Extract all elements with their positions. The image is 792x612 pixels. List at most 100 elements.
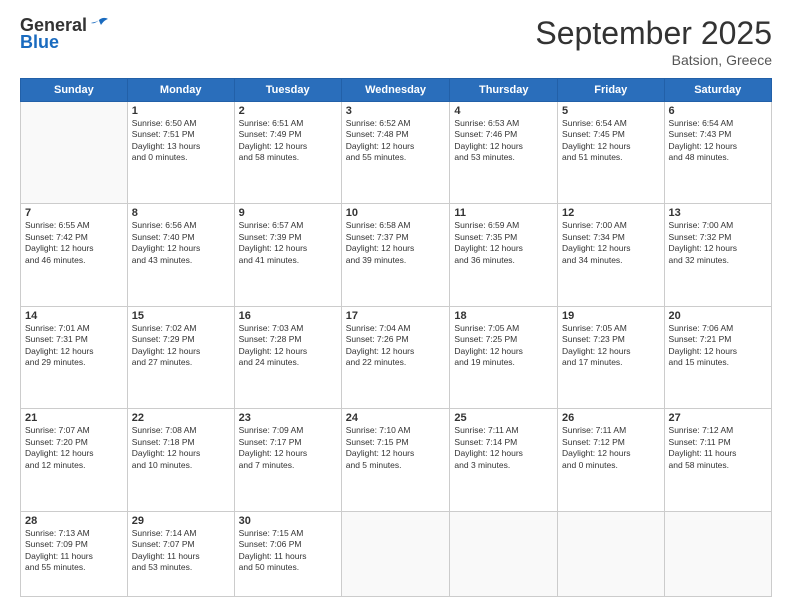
cell-date: 12 — [562, 207, 659, 219]
cal-cell: 29 Sunrise: 7:14 AMSunset: 7:07 PMDaylig… — [127, 511, 234, 596]
cell-date: 19 — [562, 310, 659, 322]
cell-date: 20 — [669, 310, 767, 322]
cell-date: 11 — [454, 207, 553, 219]
cell-info: Sunrise: 7:06 AMSunset: 7:21 PMDaylight:… — [669, 323, 767, 369]
col-friday: Friday — [558, 79, 664, 102]
logo: General Blue — [20, 15, 109, 53]
cal-cell: 14 Sunrise: 7:01 AMSunset: 7:31 PMDaylig… — [21, 306, 128, 408]
cell-date: 24 — [346, 412, 446, 424]
cell-info: Sunrise: 7:12 AMSunset: 7:11 PMDaylight:… — [669, 425, 767, 471]
cal-cell — [664, 511, 771, 596]
title-block: September 2025 Batsion, Greece — [535, 15, 772, 68]
cell-date: 6 — [669, 105, 767, 117]
col-tuesday: Tuesday — [234, 79, 341, 102]
cal-cell: 12 Sunrise: 7:00 AMSunset: 7:34 PMDaylig… — [558, 204, 664, 306]
cell-date: 4 — [454, 105, 553, 117]
cell-date: 13 — [669, 207, 767, 219]
col-wednesday: Wednesday — [341, 79, 450, 102]
col-thursday: Thursday — [450, 79, 558, 102]
cell-date: 9 — [239, 207, 337, 219]
cell-info: Sunrise: 7:00 AMSunset: 7:32 PMDaylight:… — [669, 220, 767, 266]
cell-info: Sunrise: 7:05 AMSunset: 7:23 PMDaylight:… — [562, 323, 659, 369]
cell-info: Sunrise: 6:55 AMSunset: 7:42 PMDaylight:… — [25, 220, 123, 266]
cell-info: Sunrise: 7:13 AMSunset: 7:09 PMDaylight:… — [25, 528, 123, 574]
cell-info: Sunrise: 7:10 AMSunset: 7:15 PMDaylight:… — [346, 425, 446, 471]
cell-info: Sunrise: 6:54 AMSunset: 7:43 PMDaylight:… — [669, 118, 767, 164]
cell-info: Sunrise: 7:03 AMSunset: 7:28 PMDaylight:… — [239, 323, 337, 369]
cal-cell: 16 Sunrise: 7:03 AMSunset: 7:28 PMDaylig… — [234, 306, 341, 408]
cell-date: 15 — [132, 310, 230, 322]
cell-info: Sunrise: 7:15 AMSunset: 7:06 PMDaylight:… — [239, 528, 337, 574]
cell-date: 30 — [239, 515, 337, 527]
cell-info: Sunrise: 7:11 AMSunset: 7:12 PMDaylight:… — [562, 425, 659, 471]
cal-cell: 25 Sunrise: 7:11 AMSunset: 7:14 PMDaylig… — [450, 409, 558, 511]
month-title: September 2025 — [535, 15, 772, 52]
cell-date: 14 — [25, 310, 123, 322]
cell-date: 1 — [132, 105, 230, 117]
cell-date: 25 — [454, 412, 553, 424]
cal-cell: 9 Sunrise: 6:57 AMSunset: 7:39 PMDayligh… — [234, 204, 341, 306]
cal-cell: 24 Sunrise: 7:10 AMSunset: 7:15 PMDaylig… — [341, 409, 450, 511]
cal-cell: 21 Sunrise: 7:07 AMSunset: 7:20 PMDaylig… — [21, 409, 128, 511]
cell-date: 26 — [562, 412, 659, 424]
header: General Blue September 2025 Batsion, Gre… — [20, 15, 772, 68]
cell-date: 18 — [454, 310, 553, 322]
cal-cell: 30 Sunrise: 7:15 AMSunset: 7:06 PMDaylig… — [234, 511, 341, 596]
cell-info: Sunrise: 7:02 AMSunset: 7:29 PMDaylight:… — [132, 323, 230, 369]
cell-info: Sunrise: 6:52 AMSunset: 7:48 PMDaylight:… — [346, 118, 446, 164]
cell-date: 28 — [25, 515, 123, 527]
cal-cell — [341, 511, 450, 596]
cell-date: 2 — [239, 105, 337, 117]
cal-cell: 7 Sunrise: 6:55 AMSunset: 7:42 PMDayligh… — [21, 204, 128, 306]
cal-cell: 19 Sunrise: 7:05 AMSunset: 7:23 PMDaylig… — [558, 306, 664, 408]
cell-info: Sunrise: 7:01 AMSunset: 7:31 PMDaylight:… — [25, 323, 123, 369]
cell-info: Sunrise: 7:09 AMSunset: 7:17 PMDaylight:… — [239, 425, 337, 471]
cal-cell: 18 Sunrise: 7:05 AMSunset: 7:25 PMDaylig… — [450, 306, 558, 408]
cell-date: 10 — [346, 207, 446, 219]
cal-cell: 15 Sunrise: 7:02 AMSunset: 7:29 PMDaylig… — [127, 306, 234, 408]
cell-date: 8 — [132, 207, 230, 219]
cell-info: Sunrise: 7:07 AMSunset: 7:20 PMDaylight:… — [25, 425, 123, 471]
cell-info: Sunrise: 6:51 AMSunset: 7:49 PMDaylight:… — [239, 118, 337, 164]
cal-cell: 8 Sunrise: 6:56 AMSunset: 7:40 PMDayligh… — [127, 204, 234, 306]
cal-cell: 3 Sunrise: 6:52 AMSunset: 7:48 PMDayligh… — [341, 102, 450, 204]
cal-cell: 27 Sunrise: 7:12 AMSunset: 7:11 PMDaylig… — [664, 409, 771, 511]
col-monday: Monday — [127, 79, 234, 102]
cell-info: Sunrise: 6:50 AMSunset: 7:51 PMDaylight:… — [132, 118, 230, 164]
cal-cell: 4 Sunrise: 6:53 AMSunset: 7:46 PMDayligh… — [450, 102, 558, 204]
week-row-1: 1 Sunrise: 6:50 AMSunset: 7:51 PMDayligh… — [21, 102, 772, 204]
cell-info: Sunrise: 6:56 AMSunset: 7:40 PMDaylight:… — [132, 220, 230, 266]
page: General Blue September 2025 Batsion, Gre… — [0, 0, 792, 612]
week-row-2: 7 Sunrise: 6:55 AMSunset: 7:42 PMDayligh… — [21, 204, 772, 306]
cal-cell: 22 Sunrise: 7:08 AMSunset: 7:18 PMDaylig… — [127, 409, 234, 511]
cal-cell: 26 Sunrise: 7:11 AMSunset: 7:12 PMDaylig… — [558, 409, 664, 511]
cell-date: 29 — [132, 515, 230, 527]
col-sunday: Sunday — [21, 79, 128, 102]
cell-info: Sunrise: 6:59 AMSunset: 7:35 PMDaylight:… — [454, 220, 553, 266]
cal-cell: 28 Sunrise: 7:13 AMSunset: 7:09 PMDaylig… — [21, 511, 128, 596]
cal-cell: 1 Sunrise: 6:50 AMSunset: 7:51 PMDayligh… — [127, 102, 234, 204]
week-row-3: 14 Sunrise: 7:01 AMSunset: 7:31 PMDaylig… — [21, 306, 772, 408]
cell-info: Sunrise: 6:58 AMSunset: 7:37 PMDaylight:… — [346, 220, 446, 266]
cell-date: 16 — [239, 310, 337, 322]
cal-cell — [558, 511, 664, 596]
cell-info: Sunrise: 7:14 AMSunset: 7:07 PMDaylight:… — [132, 528, 230, 574]
cell-info: Sunrise: 7:04 AMSunset: 7:26 PMDaylight:… — [346, 323, 446, 369]
cal-cell: 17 Sunrise: 7:04 AMSunset: 7:26 PMDaylig… — [341, 306, 450, 408]
cell-info: Sunrise: 7:05 AMSunset: 7:25 PMDaylight:… — [454, 323, 553, 369]
cal-cell: 6 Sunrise: 6:54 AMSunset: 7:43 PMDayligh… — [664, 102, 771, 204]
cal-cell: 23 Sunrise: 7:09 AMSunset: 7:17 PMDaylig… — [234, 409, 341, 511]
cal-cell: 5 Sunrise: 6:54 AMSunset: 7:45 PMDayligh… — [558, 102, 664, 204]
cal-cell: 13 Sunrise: 7:00 AMSunset: 7:32 PMDaylig… — [664, 204, 771, 306]
logo-bird-icon — [89, 17, 109, 35]
cal-cell: 10 Sunrise: 6:58 AMSunset: 7:37 PMDaylig… — [341, 204, 450, 306]
week-row-5: 28 Sunrise: 7:13 AMSunset: 7:09 PMDaylig… — [21, 511, 772, 596]
cell-date: 17 — [346, 310, 446, 322]
cell-date: 23 — [239, 412, 337, 424]
cell-info: Sunrise: 6:54 AMSunset: 7:45 PMDaylight:… — [562, 118, 659, 164]
col-saturday: Saturday — [664, 79, 771, 102]
cell-date: 5 — [562, 105, 659, 117]
cell-info: Sunrise: 6:57 AMSunset: 7:39 PMDaylight:… — [239, 220, 337, 266]
cell-date: 22 — [132, 412, 230, 424]
cell-date: 21 — [25, 412, 123, 424]
